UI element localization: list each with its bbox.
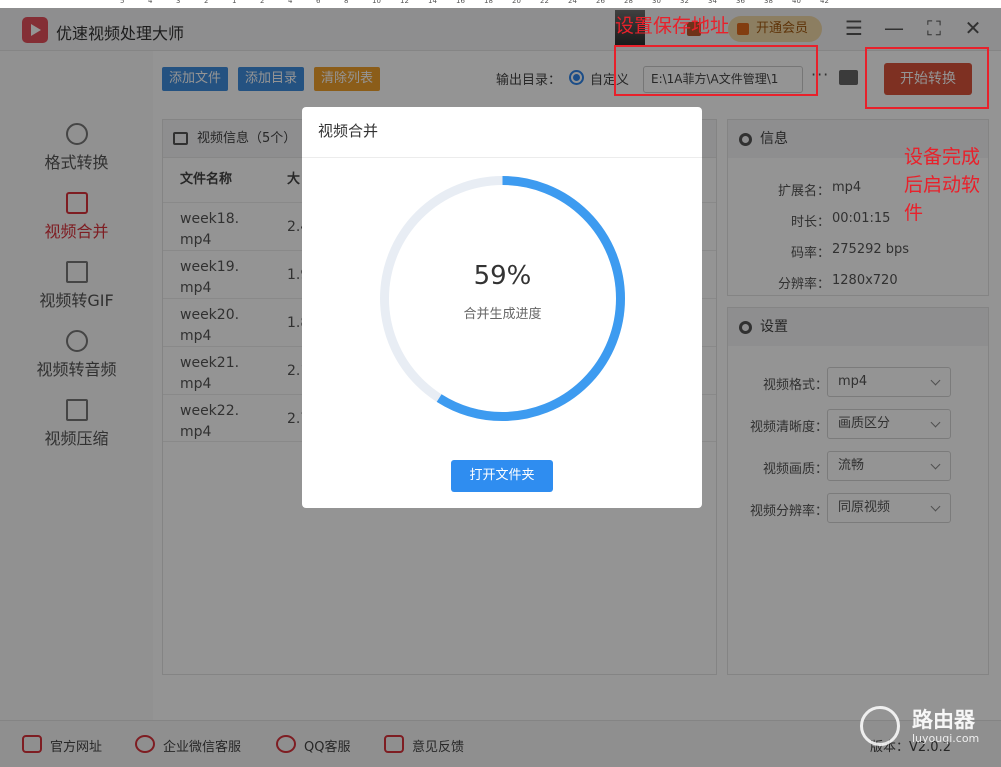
ruler-tick: 16: [456, 0, 465, 5]
watermark: 路由器 luyouqi.com: [860, 702, 990, 752]
annotation-box-path: [614, 45, 818, 96]
watermark-sub: luyouqi.com: [912, 732, 980, 745]
annotation-start-note: 设备完成后启动软件: [904, 146, 981, 224]
ruler-tick: 14: [428, 0, 437, 5]
ruler-tick: 4: [288, 0, 293, 5]
merge-progress-dialog: 视频合并 59% 合并生成进度 打开文件夹: [302, 107, 702, 508]
ruler-tick: 6: [316, 0, 321, 5]
ruler-tick: 4: [148, 0, 153, 5]
annotation-box-start: [865, 47, 989, 109]
ruler-tick: 20: [512, 0, 521, 5]
ruler-tick: 36: [736, 0, 745, 5]
ruler-tick: 2: [260, 0, 265, 5]
ruler-tick: 10: [372, 0, 381, 5]
progress-ring-svg: [380, 176, 625, 421]
ruler-tick: 32: [680, 0, 689, 5]
ruler-tick: 38: [764, 0, 773, 5]
watermark-logo-icon: [860, 706, 900, 746]
ruler-tick: 24: [568, 0, 577, 5]
dialog-title: 视频合并: [302, 107, 702, 158]
open-folder-button[interactable]: 打开文件夹: [451, 460, 553, 492]
annotation-save-path: 设置保存地址: [615, 15, 730, 37]
ruler-tick: 28: [624, 0, 633, 5]
ruler-tick: 42: [820, 0, 829, 5]
ruler-tick: 1: [232, 0, 237, 5]
ruler-tick: 18: [484, 0, 493, 5]
progress-percent: 59%: [473, 261, 532, 291]
ruler: 5 4 3 2 1 2 4 6 8 10 12 14 16 18 20 22 24 26 28 30 32 34 36 38 4…: [0, 0, 1001, 8]
ruler-tick: 30: [652, 0, 661, 5]
ruler-tick: 40: [792, 0, 801, 5]
ruler-tick: 34: [708, 0, 717, 5]
ruler-tick: 8: [344, 0, 349, 5]
ruler-tick: 26: [596, 0, 605, 5]
ruler-tick: 5: [120, 0, 125, 5]
watermark-name: 路由器: [912, 708, 975, 732]
ruler-tick: 22: [540, 0, 549, 5]
ruler-tick: 2: [204, 0, 209, 5]
progress-label: 合并生成进度: [463, 307, 542, 322]
progress-ring: 59% 合并生成进度: [377, 173, 628, 424]
ruler-tick: 12: [400, 0, 409, 5]
ruler-tick: 3: [176, 0, 181, 5]
